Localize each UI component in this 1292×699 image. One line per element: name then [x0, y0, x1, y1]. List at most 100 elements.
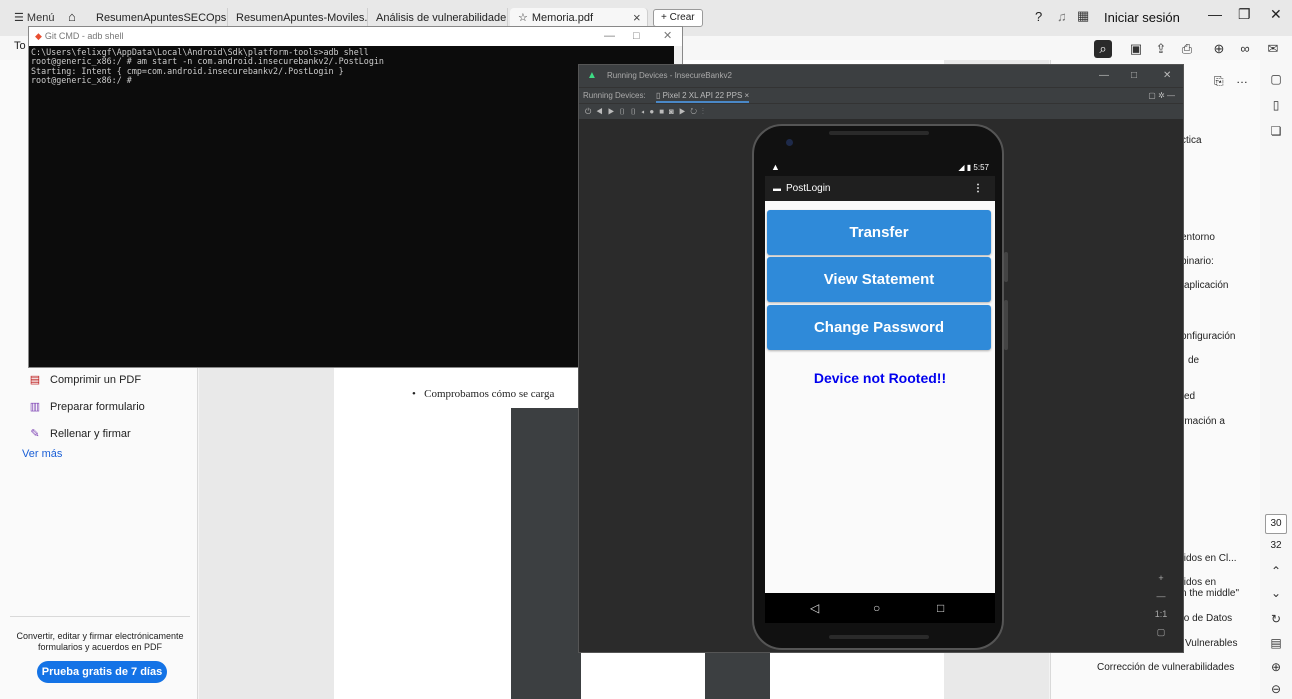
fill-sign-label: Rellenar y firmar	[50, 428, 131, 440]
compress-pdf-item[interactable]: ▤ Comprimir un PDF	[28, 373, 141, 386]
zoom-out-icon[interactable]: ⊖	[1268, 682, 1284, 696]
see-more-link[interactable]: Ver más	[22, 448, 62, 460]
close-icon[interactable]: ✕	[1163, 65, 1171, 87]
tab-analisis[interactable]: Análisis de vulnerabilidade...	[368, 8, 508, 28]
more-options-icon[interactable]: …	[1236, 72, 1248, 86]
current-page-field[interactable]: 30	[1265, 514, 1287, 534]
change-password-button[interactable]: Change Password	[767, 305, 991, 350]
prepare-form-item[interactable]: ▥ Preparar formulario	[28, 400, 145, 413]
close-icon[interactable]: ✕	[663, 27, 672, 46]
device-tab-label: Pixel 2 XL API 22 PPS	[662, 91, 743, 100]
document-icon[interactable]: ▤	[1268, 636, 1284, 650]
fill-sign-item[interactable]: ✎ Rellenar y firmar	[28, 427, 131, 440]
mail-icon[interactable]: ✉	[1264, 40, 1282, 58]
outline-item[interactable]: aplicación	[1184, 280, 1228, 291]
warning-icon: ▲	[771, 162, 780, 172]
status-time-value: 5:57	[973, 163, 989, 172]
minimize-icon[interactable]: —	[604, 27, 615, 46]
emulator-tabs: Running Devices: ▯ Pixel 2 XL API 22 PPS…	[579, 87, 1183, 103]
outline-item[interactable]: onfiguración	[1181, 331, 1235, 342]
new-tab-button[interactable]: + Crear	[653, 9, 703, 27]
power-button[interactable]	[1004, 300, 1008, 350]
close-icon[interactable]: ×	[745, 91, 750, 100]
android-icon: ▲	[587, 70, 597, 81]
view-statement-button[interactable]: View Statement	[767, 257, 991, 302]
zoom-in-icon[interactable]: +	[1151, 569, 1171, 587]
actual-size-button[interactable]: 1:1	[1151, 605, 1171, 623]
save-icon[interactable]: ▣	[1127, 40, 1145, 58]
maximize-icon[interactable]: ❐	[1238, 6, 1251, 23]
back-icon[interactable]: ◁	[810, 593, 819, 623]
total-pages: 32	[1270, 540, 1282, 551]
search-icon[interactable]: ⌕	[1094, 40, 1112, 58]
device-tab[interactable]: ▯ Pixel 2 XL API 22 PPS ×	[655, 91, 750, 103]
chevron-up-icon[interactable]: ⌃	[1268, 564, 1284, 578]
refresh-icon[interactable]: ↻	[1268, 612, 1284, 626]
pen-icon: ✎	[30, 428, 40, 440]
maximize-icon[interactable]: □	[633, 27, 640, 46]
close-window-icon[interactable]: ✕	[1270, 6, 1282, 23]
outline-item[interactable]: ed	[1184, 391, 1195, 402]
maximize-icon[interactable]: □	[1131, 65, 1137, 87]
chevron-down-icon[interactable]: ⌄	[1268, 586, 1284, 600]
transfer-button[interactable]: Transfer	[767, 210, 991, 255]
outline-item[interactable]: Vulnerables	[1185, 638, 1237, 649]
outline-item[interactable]: to de Datos	[1181, 613, 1232, 624]
tab-memoria[interactable]: ☆ Memoria.pdf	[510, 8, 648, 28]
compress-icon: ▤	[29, 374, 41, 386]
bullet-text-label: Comprobamos cómo se carga	[424, 388, 555, 400]
outline-item[interactable]: Corrección de vulnerabilidades	[1097, 662, 1234, 673]
zoom-controls[interactable]: + — 1:1 ▢	[1151, 569, 1171, 641]
device-icon: ▯	[655, 91, 663, 100]
bookmark-icon[interactable]: ⎘	[1214, 74, 1224, 89]
close-tab-icon[interactable]: ×	[633, 10, 641, 25]
phone-speaker	[829, 131, 929, 135]
zoom-in-icon[interactable]: ⊕	[1268, 660, 1284, 674]
outline-item[interactable]: binario:	[1181, 256, 1214, 267]
fit-screen-icon[interactable]: ▢	[1151, 623, 1171, 641]
emulator-toolbar[interactable]: ⏻◀▶▯▯◂●■◙▶↻⋮	[579, 103, 1183, 119]
apps-grid-icon[interactable]: ▦	[1077, 8, 1089, 24]
outline-item[interactable]: ctica	[1181, 135, 1202, 146]
zoom-out-icon[interactable]: —	[1151, 587, 1171, 605]
comment-icon[interactable]: ▢	[1268, 72, 1284, 86]
android-nav-bar: ◁ ○ □	[765, 593, 995, 623]
phone-screen[interactable]: ▲ ◢ ▮ 5:57 ▬ PostLogin ⋮ Transfer View St…	[765, 159, 995, 593]
outline-item[interactable]: tidos en	[1181, 577, 1216, 588]
home-circle-icon[interactable]: ○	[873, 593, 880, 623]
minimize-icon[interactable]: —	[1208, 6, 1222, 22]
document-image-fragment	[705, 652, 770, 699]
app-bar: ▬ PostLogin ⋮	[765, 176, 995, 201]
link-icon[interactable]: ∞	[1236, 40, 1254, 58]
outline-item[interactable]: tidos en Cl...	[1181, 553, 1237, 564]
volume-button[interactable]	[1004, 252, 1008, 282]
overflow-menu-icon[interactable]: ⋮	[973, 176, 983, 201]
cmd-titlebar[interactable]: ◆ Git CMD - adb shell — □ ✕	[29, 27, 682, 46]
tab-resumen-secops[interactable]: ResumenApuntesSECOps...	[88, 8, 228, 28]
free-trial-button[interactable]: Prueba gratis de 7 días	[37, 661, 167, 683]
bell-icon[interactable]: ♫	[1057, 9, 1067, 24]
pages-icon[interactable]: ❏	[1268, 124, 1284, 138]
outline-item[interactable]: rmación a	[1181, 416, 1225, 427]
help-icon[interactable]: ?	[1035, 9, 1042, 24]
tab-resumen-moviles[interactable]: ResumenApuntes-Moviles...	[228, 8, 368, 28]
outline-item[interactable]: n the middle"	[1181, 588, 1239, 599]
signin-link[interactable]: Iniciar sesión	[1104, 10, 1180, 25]
print-icon[interactable]: ⎙	[1178, 40, 1196, 58]
bookmarks-panel-icon[interactable]: ▯	[1268, 98, 1284, 112]
panel-options[interactable]: ▢ ✲ —	[1148, 88, 1175, 104]
tab-memoria-label: Memoria.pdf	[531, 12, 594, 24]
menu-button[interactable]: ☰ Menú	[14, 11, 54, 24]
home-icon[interactable]: ⌂	[68, 10, 82, 24]
tools-label[interactable]: To	[14, 40, 26, 52]
running-devices-label: Running Devices:	[583, 91, 646, 100]
git-icon: ◆	[35, 31, 42, 41]
outline-item[interactable]: entorno	[1181, 232, 1215, 243]
zoom-search-icon[interactable]: ⊕	[1210, 40, 1228, 58]
emulator-titlebar[interactable]: ▲ Running Devices - InsecureBankv2 — □ ✕	[579, 65, 1183, 87]
divider	[10, 616, 190, 617]
share-icon[interactable]: ⇪	[1152, 40, 1170, 58]
outline-item[interactable]: de	[1188, 355, 1199, 366]
minimize-icon[interactable]: —	[1099, 65, 1109, 87]
recents-icon[interactable]: □	[937, 593, 944, 623]
